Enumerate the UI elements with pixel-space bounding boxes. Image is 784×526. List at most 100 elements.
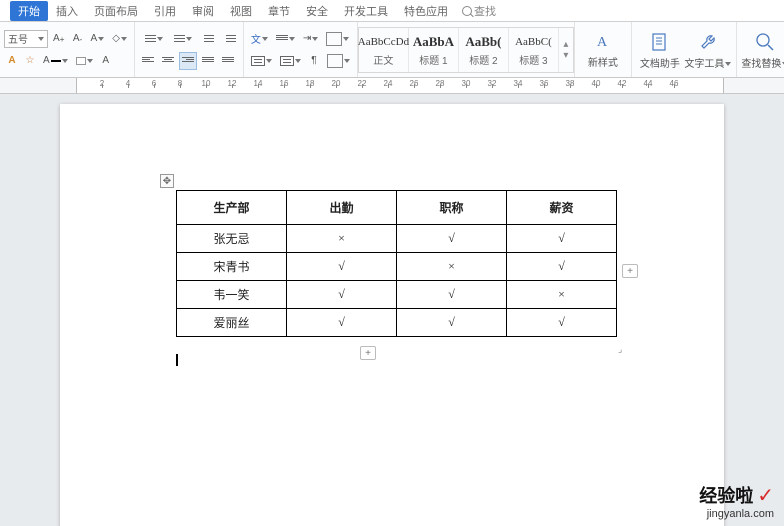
table-cell[interactable]: √	[507, 309, 617, 337]
table-row[interactable]: 张无忌×√√	[177, 225, 617, 253]
tools-group: 文档助手 文字工具	[632, 22, 737, 77]
paragraph-group	[135, 22, 244, 77]
font-group: 五号 A+ A- A ◇ A ☆ A A	[0, 22, 135, 77]
text-effects-button[interactable]: A	[4, 52, 20, 70]
find-replace-button[interactable]: 查找替换	[743, 26, 784, 74]
add-column-button[interactable]: +	[622, 264, 638, 278]
change-case-button[interactable]: A	[88, 30, 108, 48]
tab-layout[interactable]: 页面布局	[86, 1, 146, 21]
table-header[interactable]: 生产部	[177, 191, 287, 225]
wrench-icon	[697, 31, 719, 53]
tab-insert[interactable]: 插入	[48, 1, 86, 21]
style-heading2[interactable]: AaBb( 标题 2	[459, 28, 509, 72]
table-cell[interactable]: √	[287, 281, 397, 309]
sort-button[interactable]	[277, 52, 304, 70]
table-row[interactable]: 爱丽丝√√√	[177, 309, 617, 337]
check-icon: ✓	[757, 485, 774, 507]
search-label: 查找	[474, 3, 496, 19]
magnifier-icon	[754, 31, 776, 53]
svg-text:A: A	[597, 35, 608, 50]
table-move-handle[interactable]	[160, 174, 174, 188]
tab-refs[interactable]: 引用	[146, 1, 184, 21]
tab-stops-button[interactable]: ⇥	[300, 30, 321, 48]
char-border-button[interactable]: A	[98, 52, 114, 70]
table-cell[interactable]: √	[507, 253, 617, 281]
a-icon: A	[592, 30, 614, 52]
table-cell[interactable]: √	[507, 225, 617, 253]
style-more-button[interactable]: ▴▾	[559, 39, 573, 61]
table-cell[interactable]: 宋青书	[177, 253, 287, 281]
style-heading3[interactable]: AaBbC( 标题 3	[509, 28, 559, 72]
show-marks-button[interactable]: ¶	[306, 52, 322, 70]
borders-button[interactable]	[323, 30, 352, 48]
decrease-indent-button[interactable]	[197, 30, 217, 48]
font-color-button[interactable]: A	[40, 52, 71, 70]
table-header[interactable]: 薪资	[507, 191, 617, 225]
table-resize-handle[interactable]: ⌟	[618, 344, 630, 356]
tab-security[interactable]: 安全	[298, 1, 336, 21]
menu-tabbar: 开始 插入 页面布局 引用 审阅 视图 章节 安全 开发工具 特色应用 查找	[0, 0, 784, 22]
align-right-button[interactable]	[179, 52, 197, 70]
text-cursor	[176, 354, 178, 366]
doc-icon	[649, 31, 671, 53]
table-row[interactable]: 宋青书√×√	[177, 253, 617, 281]
line-spacing-button[interactable]	[273, 30, 298, 48]
new-style-button[interactable]: A 新样式	[581, 26, 625, 73]
align-left-button[interactable]	[139, 52, 157, 70]
highlight-button[interactable]	[73, 52, 96, 70]
table-cell[interactable]: ×	[287, 225, 397, 253]
align-justify-button[interactable]	[199, 52, 217, 70]
clear-format-button[interactable]: ◇	[109, 30, 130, 48]
tab-chapter[interactable]: 章节	[260, 1, 298, 21]
table-cell[interactable]: √	[397, 281, 507, 309]
table-cell[interactable]: √	[397, 309, 507, 337]
style-normal[interactable]: AaBbCcDd 正文	[359, 28, 409, 72]
find-group: 查找替换 选择	[737, 22, 784, 77]
new-style-group: A 新样式	[575, 22, 632, 77]
tab-start[interactable]: 开始	[10, 1, 48, 21]
decrease-font-button[interactable]: A-	[70, 30, 86, 48]
search-icon	[462, 6, 472, 16]
doc-helper-button[interactable]: 文档助手	[638, 26, 682, 74]
shading-button[interactable]: ☆	[22, 52, 38, 70]
cell-border-button[interactable]	[324, 52, 353, 70]
document-page[interactable]: 生产部出勤职称薪资 张无忌×√√宋青书√×√韦一笑√√×爱丽丝√√√ + + ⌟	[60, 104, 724, 526]
add-row-button[interactable]: +	[360, 346, 376, 360]
tab-dev[interactable]: 开发工具	[336, 1, 396, 21]
para-shading-button[interactable]	[248, 52, 275, 70]
table-cell[interactable]: ×	[507, 281, 617, 309]
watermark: 经验啦✓ jingyanla.com	[699, 482, 774, 520]
style-gallery: AaBbCcDd 正文 AaBbA 标题 1 AaBb( 标题 2 AaBbC(…	[358, 27, 574, 73]
font-size-select[interactable]: 五号	[4, 30, 48, 48]
watermark-text: 经验啦	[699, 486, 753, 506]
distribute-button[interactable]	[219, 52, 237, 70]
increase-font-button[interactable]: A+	[50, 30, 68, 48]
tab-view[interactable]: 视图	[222, 1, 260, 21]
workspace: 2468101214161820222426283032343638404244…	[0, 78, 784, 526]
horizontal-ruler[interactable]: 2468101214161820222426283032343638404244…	[0, 78, 784, 94]
text-direction-button[interactable]: 文	[248, 30, 271, 48]
align-center-button[interactable]	[159, 52, 177, 70]
tab-special[interactable]: 特色应用	[396, 1, 456, 21]
style-gallery-group: AaBbCcDd 正文 AaBbA 标题 1 AaBb( 标题 2 AaBbC(…	[358, 22, 575, 77]
tab-review[interactable]: 审阅	[184, 1, 222, 21]
paragraph-group-2: 文 ⇥ ¶	[244, 22, 358, 77]
text-tools-button[interactable]: 文字工具	[686, 26, 730, 74]
table-cell[interactable]: √	[287, 309, 397, 337]
table-cell[interactable]: 张无忌	[177, 225, 287, 253]
table-header[interactable]: 职称	[397, 191, 507, 225]
bullets-button[interactable]	[139, 30, 166, 48]
style-heading1[interactable]: AaBbA 标题 1	[409, 28, 459, 72]
search-box[interactable]: 查找	[462, 3, 496, 19]
watermark-url: jingyanla.com	[699, 508, 774, 520]
table-cell[interactable]: √	[287, 253, 397, 281]
table-row[interactable]: 韦一笑√√×	[177, 281, 617, 309]
table-cell[interactable]: 爱丽丝	[177, 309, 287, 337]
numbering-button[interactable]	[168, 30, 195, 48]
increase-indent-button[interactable]	[219, 30, 239, 48]
table-cell[interactable]: 韦一笑	[177, 281, 287, 309]
table-cell[interactable]: √	[397, 225, 507, 253]
table-cell[interactable]: ×	[397, 253, 507, 281]
data-table[interactable]: 生产部出勤职称薪资 张无忌×√√宋青书√×√韦一笑√√×爱丽丝√√√	[176, 190, 617, 337]
table-header[interactable]: 出勤	[287, 191, 397, 225]
